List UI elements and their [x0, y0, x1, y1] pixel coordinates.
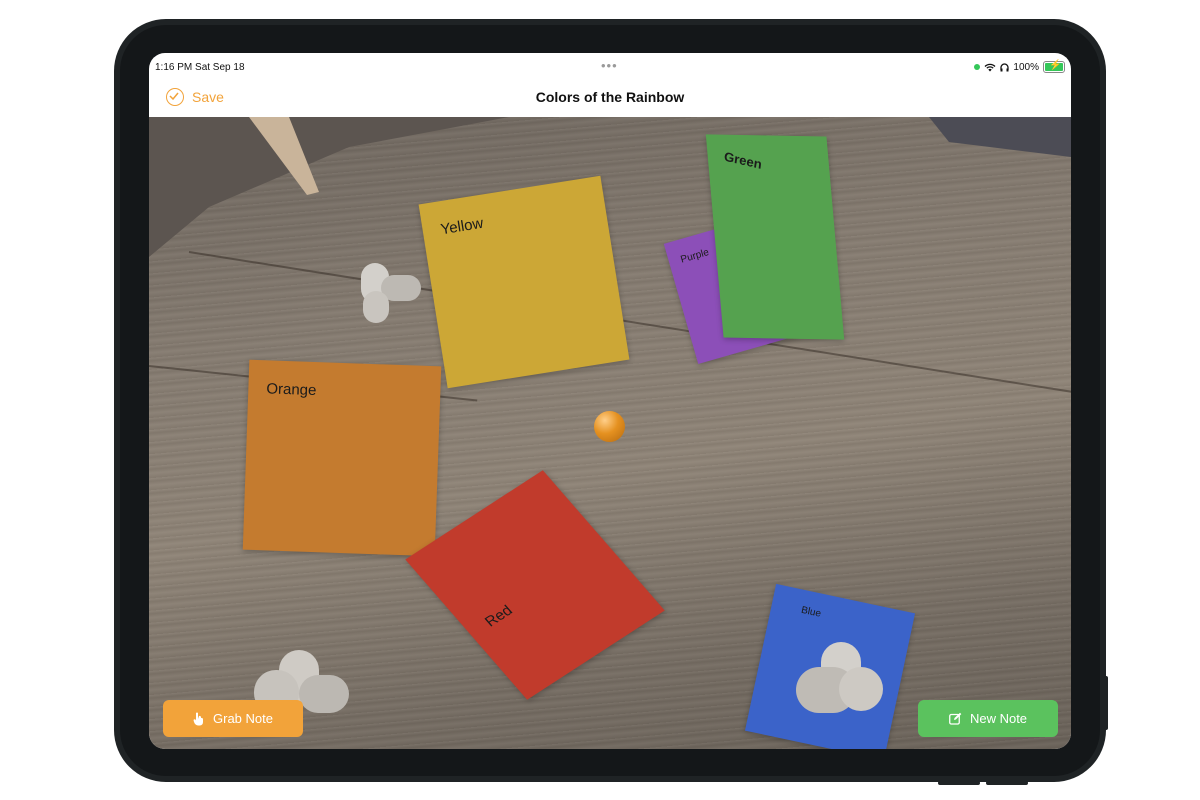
note-yellow[interactable]: Yellow — [418, 175, 630, 389]
hand-pointing-icon — [193, 712, 203, 725]
headphones-icon — [1000, 62, 1010, 71]
camera-indicator-icon — [974, 64, 981, 70]
note-label: Red — [481, 602, 517, 631]
multitasking-dots[interactable]: ••• — [601, 58, 618, 73]
side-button — [1104, 676, 1108, 730]
note-label: Blue — [800, 604, 822, 620]
new-note-label: New Note — [969, 711, 1028, 726]
volume-button — [938, 781, 980, 785]
status-right: 100% ⚡ — [974, 60, 1065, 73]
note-label: Green — [723, 148, 763, 172]
note-label: Yellow — [439, 214, 485, 239]
note-orange[interactable]: Orange — [242, 359, 442, 557]
grab-note-button[interactable]: Grab Note — [163, 700, 303, 737]
note-green[interactable]: Green — [705, 134, 845, 340]
page-title: Colors of the Rainbow — [535, 89, 685, 105]
charging-bolt-icon: ⚡ — [1049, 60, 1062, 71]
wifi-icon — [984, 63, 996, 71]
hand-model-piece — [796, 642, 883, 713]
compose-icon — [949, 712, 962, 725]
note-label: Orange — [266, 380, 317, 400]
status-bar: 1:16 PM Sat Sep 18 ••• 100% ⚡ — [149, 53, 1071, 79]
battery-percentage: 100% — [1013, 61, 1039, 73]
new-note-button[interactable]: New Note — [918, 700, 1058, 737]
volume-button — [986, 781, 1028, 785]
battery-icon: ⚡ — [1043, 60, 1065, 73]
hand-model-piece — [361, 263, 421, 323]
ar-anchor-ball — [594, 411, 625, 442]
status-time: 1:16 PM Sat Sep 18 — [155, 62, 245, 73]
navigation-bar: Save Colors of the Rainbow — [149, 79, 1071, 117]
ar-scene-view[interactable]: Yellow Purple Green Orange Red Blue Grab… — [149, 117, 1071, 749]
ipad-screen: 1:16 PM Sat Sep 18 ••• 100% ⚡ Save Color… — [149, 53, 1071, 749]
note-label: Purple — [679, 247, 711, 266]
grab-note-label: Grab Note — [213, 711, 273, 726]
